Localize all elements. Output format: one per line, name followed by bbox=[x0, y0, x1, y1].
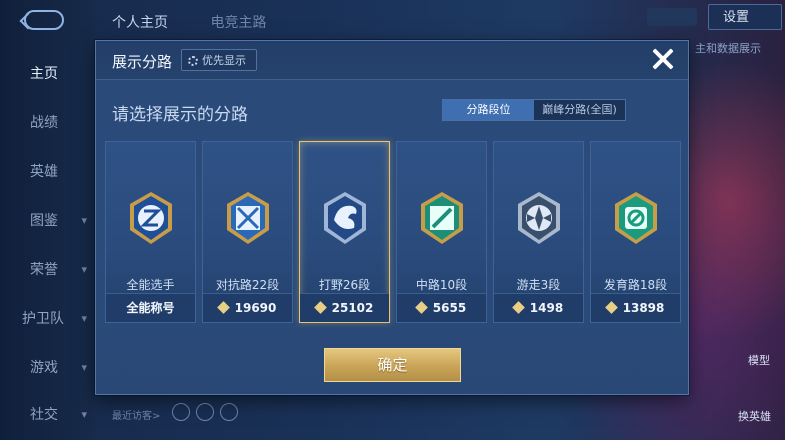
chevron-down-icon: ▾ bbox=[81, 263, 87, 276]
top-tabs: 个人主页 电竞主路 bbox=[112, 12, 304, 32]
lane-name: 游走3段 bbox=[516, 278, 561, 292]
tab-profile[interactable]: 个人主页 bbox=[112, 12, 168, 32]
dialog-header: 展示分路 优先显示 bbox=[96, 41, 688, 80]
sidebar-item-record[interactable]: 战绩 bbox=[0, 108, 95, 138]
all-round-emblem-icon bbox=[126, 190, 176, 246]
switch-hero-button[interactable]: 换英雄 bbox=[738, 408, 771, 424]
lane-value: 1498 bbox=[494, 293, 583, 322]
selection-prompt: 请选择展示的分路 bbox=[112, 105, 248, 125]
jungle-emblem-icon bbox=[320, 190, 370, 246]
dialog-title: 展示分路 bbox=[112, 53, 173, 71]
chevron-down-icon: ▾ bbox=[81, 408, 87, 421]
priority-display-label: 优先显示 bbox=[202, 54, 246, 67]
chevron-down-icon: ▾ bbox=[81, 312, 87, 325]
tab-lane-rank[interactable]: 分路段位 bbox=[443, 100, 534, 120]
lane-display-dialog: 展示分路 优先显示 请选择展示的分路 分路段位 巅峰分路(全国) 全能选手 全能… bbox=[95, 40, 689, 395]
lane-card-farm[interactable]: 发育路18段 13898 bbox=[590, 141, 681, 323]
roam-emblem-icon bbox=[514, 190, 564, 246]
tab-peak-lane-national[interactable]: 巅峰分路(全国) bbox=[534, 100, 625, 120]
lane-value: 5655 bbox=[397, 293, 486, 322]
settings-button[interactable]: 设置 bbox=[708, 4, 782, 30]
diamond-icon bbox=[511, 301, 525, 314]
lane-name: 打野26段 bbox=[318, 278, 371, 292]
lane-card-clash[interactable]: 对抗路22段 19690 bbox=[202, 141, 293, 323]
sidebar-item-honor[interactable]: 荣誉 ▾ bbox=[0, 255, 95, 285]
sidebar-item-heroes[interactable]: 英雄 bbox=[0, 157, 95, 187]
chevron-down-icon: ▾ bbox=[81, 361, 87, 374]
sidebar-item-game[interactable]: 游戏 ▾ bbox=[0, 353, 95, 383]
diamond-icon bbox=[604, 301, 618, 314]
lane-card-roam[interactable]: 游走3段 1498 bbox=[493, 141, 584, 323]
mid-lane-emblem-icon bbox=[417, 190, 467, 246]
model-label[interactable]: 模型 bbox=[748, 352, 770, 368]
priority-display-button[interactable]: 优先显示 bbox=[181, 49, 257, 71]
lane-name: 全能选手 bbox=[126, 278, 175, 292]
clash-lane-emblem-icon bbox=[223, 190, 273, 246]
avatar[interactable] bbox=[196, 403, 214, 421]
gear-icon bbox=[188, 56, 198, 66]
recent-visitor-avatars bbox=[172, 403, 244, 425]
lane-value: 全能称号 bbox=[106, 293, 195, 322]
lane-tab-switcher: 分路段位 巅峰分路(全国) bbox=[442, 99, 626, 121]
close-icon[interactable] bbox=[648, 44, 678, 74]
data-display-hint: 主和数据展示 bbox=[695, 42, 761, 55]
lane-name: 中路10段 bbox=[415, 278, 468, 292]
sidebar: 主页 战绩 英雄 图鉴 ▾ 荣誉 ▾ 护卫队 ▾ 游戏 ▾ 社交 ▾ bbox=[0, 0, 95, 440]
back-icon[interactable] bbox=[24, 10, 64, 30]
lane-card-mid[interactable]: 中路10段 5655 bbox=[396, 141, 487, 323]
tab-esports[interactable]: 电竞主路 bbox=[210, 12, 266, 32]
sidebar-item-codex[interactable]: 图鉴 ▾ bbox=[0, 206, 95, 236]
diamond-icon bbox=[216, 301, 230, 314]
lane-value: 25102 bbox=[300, 293, 389, 322]
status-pill bbox=[647, 8, 697, 26]
recent-visitors-link[interactable]: 最近访客> bbox=[112, 407, 160, 422]
confirm-button[interactable]: 确定 bbox=[324, 348, 461, 382]
avatar[interactable] bbox=[172, 403, 190, 421]
farm-lane-emblem-icon bbox=[611, 190, 661, 246]
lane-name: 对抗路22段 bbox=[215, 278, 280, 292]
avatar[interactable] bbox=[220, 403, 238, 421]
lane-card-jungle[interactable]: 打野26段 25102 bbox=[299, 141, 390, 323]
lane-card-all-round[interactable]: 全能选手 全能称号 bbox=[105, 141, 196, 323]
lane-value: 19690 bbox=[203, 293, 292, 322]
sidebar-item-guard[interactable]: 护卫队 ▾ bbox=[0, 304, 95, 334]
lane-value: 13898 bbox=[591, 293, 680, 322]
diamond-icon bbox=[414, 301, 428, 314]
chevron-down-icon: ▾ bbox=[81, 214, 87, 227]
sidebar-item-social[interactable]: 社交 ▾ bbox=[0, 400, 95, 430]
diamond-icon bbox=[313, 301, 327, 314]
sidebar-item-home[interactable]: 主页 bbox=[0, 59, 95, 89]
lane-name: 发育路18段 bbox=[603, 278, 668, 292]
